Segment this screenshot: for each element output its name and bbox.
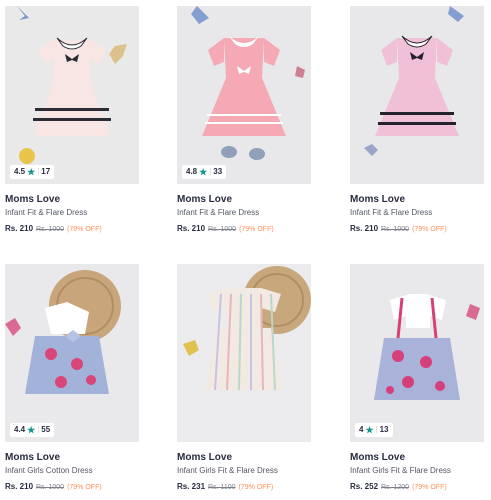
product-brand: Moms Love: [350, 452, 406, 463]
rating-count: 55: [41, 425, 51, 434]
product-price: Rs. 210 Rs. 1000 (79% OFF): [5, 482, 139, 491]
dress-photo: [5, 6, 139, 184]
rating-badge: 4.5 ★ | 17: [10, 165, 55, 179]
dress-photo: [350, 6, 484, 184]
price-current: Rs. 210: [177, 224, 206, 233]
rating-badge: 4 ★ | 13: [355, 423, 393, 437]
price-current: Rs. 210: [5, 224, 34, 233]
rating-value: 4.4: [14, 425, 26, 434]
price-discount: (79% OFF): [67, 226, 102, 233]
price-mrp: Rs. 1000: [36, 484, 65, 491]
rating-separator: |: [37, 425, 40, 434]
product-price: Rs. 210 Rs. 1000 (79% OFF): [177, 224, 311, 233]
rating-badge: 4.4 ★ | 55: [10, 423, 55, 437]
product-brand: Moms Love: [177, 194, 233, 205]
product-price: Rs. 231 Rs. 1100 (79% OFF): [177, 482, 311, 491]
star-icon: ★: [27, 425, 36, 435]
product-brand: Moms Love: [5, 194, 61, 205]
product-card[interactable]: Moms Love Infant Girls Fit & Flare Dress…: [177, 264, 311, 491]
dress-photo: [177, 6, 311, 184]
price-discount: (79% OFF): [67, 484, 102, 491]
star-icon: ★: [27, 167, 36, 177]
product-image[interactable]: 4.5 ★ | 17: [5, 6, 139, 184]
product-brand: Moms Love: [350, 194, 406, 205]
product-brand: Moms Love: [5, 452, 61, 463]
product-name: Infant Girls Cotton Dress: [5, 466, 93, 475]
product-name: Infant Fit & Flare Dress: [5, 208, 88, 217]
star-icon: ★: [365, 425, 374, 435]
rating-value: 4.8: [186, 167, 198, 176]
price-discount: (79% OFF): [412, 226, 447, 233]
price-discount: (79% OFF): [238, 484, 274, 491]
dress-photo: [350, 264, 484, 442]
price-current: Rs. 231: [177, 482, 206, 491]
product-price: Rs. 252 Rs. 1200 (79% OFF): [350, 482, 484, 491]
rating-separator: |: [375, 425, 378, 434]
price-mrp: Rs. 1100: [208, 484, 236, 491]
product-image[interactable]: [177, 264, 311, 442]
product-card[interactable]: Moms Love Infant Fit & Flare Dress Rs. 2…: [350, 6, 484, 233]
price-current: Rs. 210: [5, 482, 34, 491]
rating-value: 4.5: [14, 167, 26, 176]
dress-photo: [5, 264, 139, 442]
rating-separator: |: [209, 167, 212, 176]
product-price: Rs. 210 Rs. 1000 (79% OFF): [350, 224, 484, 233]
rating-count: 33: [213, 167, 223, 176]
product-image[interactable]: 4 ★ | 13: [350, 264, 484, 442]
rating-badge: 4.8 ★ | 33: [182, 165, 227, 179]
product-image[interactable]: [350, 6, 484, 184]
rating-count: 17: [41, 167, 51, 176]
price-discount: (79% OFF): [412, 484, 447, 491]
price-mrp: Rs. 1200: [381, 484, 410, 491]
product-brand: Moms Love: [177, 452, 233, 463]
product-card[interactable]: 4.4 ★ | 55 Moms Love Infant Girls Cotton…: [5, 264, 139, 491]
dress-photo: [177, 264, 311, 442]
product-card[interactable]: 4 ★ | 13 Moms Love Infant Girls Fit & Fl…: [350, 264, 484, 491]
product-price: Rs. 210 Rs. 1000 (79% OFF): [5, 224, 139, 233]
product-card[interactable]: 4.8 ★ | 33 Moms Love Infant Fit & Flare …: [177, 6, 311, 233]
rating-value: 4: [359, 425, 364, 434]
product-name: Infant Girls Fit & Flare Dress: [177, 466, 278, 475]
price-discount: (79% OFF): [239, 226, 274, 233]
price-mrp: Rs. 1000: [36, 226, 65, 233]
star-icon: ★: [199, 167, 208, 177]
price-current: Rs. 210: [350, 224, 379, 233]
product-name: Infant Fit & Flare Dress: [350, 208, 433, 217]
product-image[interactable]: 4.8 ★ | 33: [177, 6, 311, 184]
rating-count: 13: [379, 425, 389, 434]
product-name: Infant Girls Fit & Flare Dress: [350, 466, 451, 475]
price-mrp: Rs. 1000: [381, 226, 410, 233]
product-grid: 4.5 ★ | 17 Moms Love Infant Fit & Flare …: [0, 0, 491, 500]
product-name: Infant Fit & Flare Dress: [177, 208, 260, 217]
product-card[interactable]: 4.5 ★ | 17 Moms Love Infant Fit & Flare …: [5, 6, 139, 233]
product-image[interactable]: 4.4 ★ | 55: [5, 264, 139, 442]
rating-separator: |: [37, 167, 40, 176]
price-current: Rs. 252: [350, 482, 379, 491]
price-mrp: Rs. 1000: [208, 226, 237, 233]
